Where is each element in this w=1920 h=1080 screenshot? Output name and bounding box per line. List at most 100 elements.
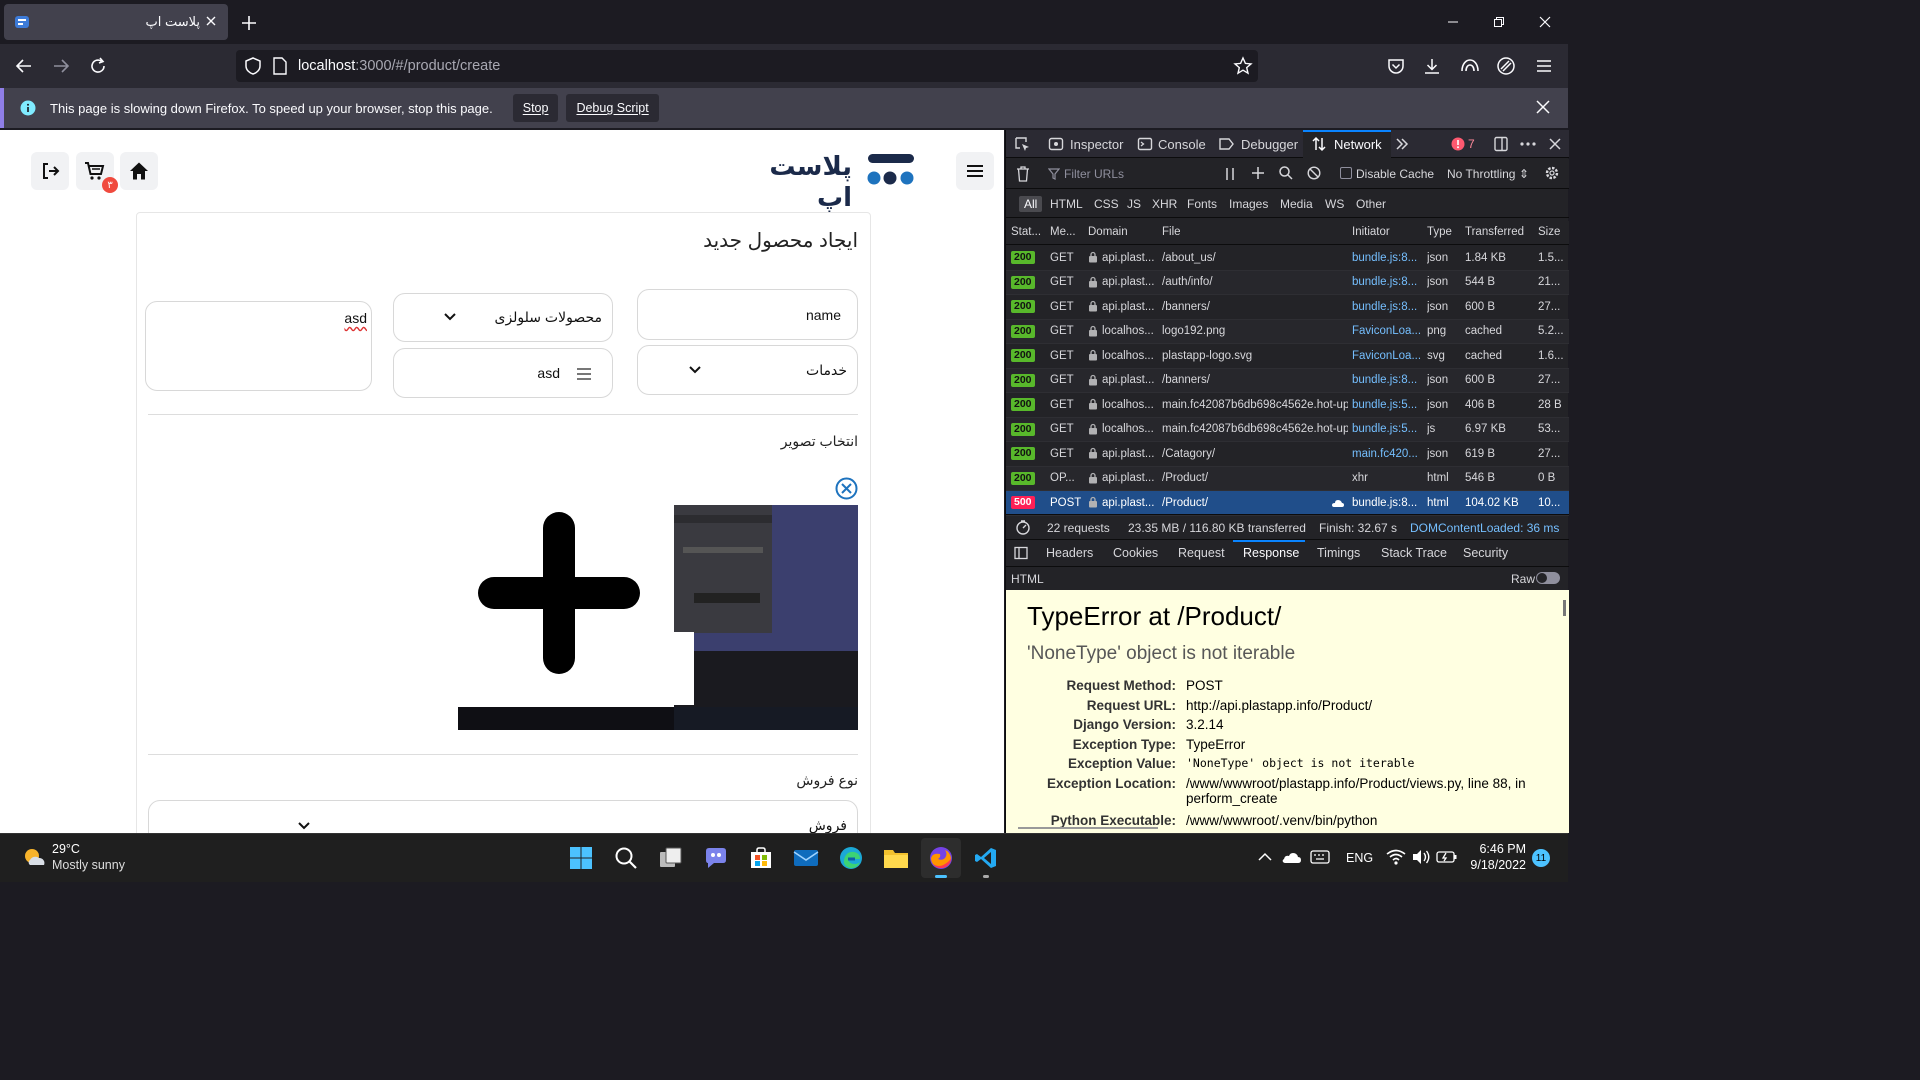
service-select[interactable]: خدمات <box>637 345 858 395</box>
plus-icon[interactable] <box>478 512 640 674</box>
minimize-icon[interactable] <box>1430 0 1476 44</box>
clock-time[interactable]: 6:46 PM <box>1478 842 1526 856</box>
element-picker-icon[interactable] <box>1014 136 1030 152</box>
mail-icon[interactable] <box>786 838 826 878</box>
filter-all[interactable]: All <box>1019 196 1043 212</box>
filter-other[interactable]: Other <box>1356 197 1386 211</box>
throttling-select[interactable]: No Throttling ⇕ <box>1447 167 1529 181</box>
request-row[interactable]: 200 GET api.plast... /Catagory/main.fc420..… <box>1006 442 1569 467</box>
description-textarea[interactable]: asd <box>145 301 372 391</box>
task-view-icon[interactable] <box>651 838 691 878</box>
restore-icon[interactable] <box>1476 0 1522 44</box>
forward-icon[interactable] <box>45 50 77 82</box>
category-select[interactable]: محصولات سلولزی <box>393 293 613 342</box>
col-status[interactable]: Stat... <box>1011 226 1041 238</box>
filter-css[interactable]: CSS <box>1094 197 1119 211</box>
extension-icon[interactable] <box>1490 50 1522 82</box>
tab-headers[interactable]: Headers <box>1046 546 1093 560</box>
inspector-icon[interactable] <box>1048 136 1064 152</box>
tab-security[interactable]: Security <box>1463 546 1508 560</box>
preview-scrollbar[interactable] <box>1563 600 1566 616</box>
col-initiator[interactable]: Initiator <box>1352 226 1390 238</box>
back-icon[interactable] <box>8 50 40 82</box>
disable-cache-checkbox[interactable] <box>1340 167 1352 179</box>
request-row[interactable]: 200 GET localhos... main.fc42087b6db698c456… <box>1006 393 1569 418</box>
filter-urls-input[interactable]: Filter URLs <box>1064 167 1214 181</box>
firefox-icon[interactable] <box>921 838 961 878</box>
pause-icon[interactable] <box>1224 167 1236 181</box>
performance-icon[interactable] <box>1015 519 1031 535</box>
browser-tab[interactable]: پلاست اپ <box>4 4 228 40</box>
tab-timings[interactable]: Timings <box>1317 546 1360 560</box>
new-tab-icon[interactable] <box>238 12 260 34</box>
debug-script-button[interactable]: Debug Script <box>566 94 659 122</box>
logout-button[interactable] <box>31 152 69 190</box>
downloads-icon[interactable] <box>1416 50 1448 82</box>
clock-date[interactable]: 9/18/2022 <box>1460 858 1526 872</box>
onedrive-icon[interactable] <box>1281 850 1301 864</box>
page-info-icon[interactable] <box>272 57 288 75</box>
volume-icon[interactable] <box>1411 849 1431 865</box>
reload-icon[interactable] <box>82 50 114 82</box>
remove-image-icon[interactable] <box>835 477 858 500</box>
filter-xhr[interactable]: XHR <box>1152 197 1177 211</box>
network-icon[interactable] <box>1311 136 1327 152</box>
add-filter-icon[interactable] <box>1251 166 1265 180</box>
menu-icon[interactable] <box>1528 50 1560 82</box>
name-input[interactable]: name <box>637 289 858 340</box>
edge-icon[interactable] <box>831 838 871 878</box>
store-icon[interactable] <box>741 838 781 878</box>
col-type[interactable]: Type <box>1427 226 1452 238</box>
chat-icon[interactable] <box>696 838 736 878</box>
language-indicator[interactable]: ENG <box>1346 851 1373 865</box>
filter-html[interactable]: HTML <box>1050 197 1083 211</box>
tab-stack-trace[interactable]: Stack Trace <box>1381 546 1447 560</box>
weather-icon[interactable] <box>20 843 48 871</box>
start-icon[interactable] <box>561 838 601 878</box>
col-domain[interactable]: Domain <box>1088 226 1128 238</box>
show-hidden-icons[interactable] <box>1258 852 1272 862</box>
filter-media[interactable]: Media <box>1280 197 1313 211</box>
tab-inspector[interactable]: Inspector <box>1070 137 1123 152</box>
col-transferred[interactable]: Transferred <box>1465 226 1524 238</box>
close-devtools-icon[interactable] <box>1548 137 1562 151</box>
wifi-icon[interactable] <box>1386 849 1406 865</box>
tab-request[interactable]: Request <box>1178 546 1225 560</box>
network-settings-icon[interactable] <box>1544 165 1560 181</box>
close-window-icon[interactable] <box>1522 0 1568 44</box>
raw-toggle[interactable] <box>1536 572 1560 584</box>
search-icon[interactable] <box>1279 166 1293 180</box>
tab-debugger[interactable]: Debugger <box>1241 137 1298 152</box>
filter-js[interactable]: JS <box>1127 197 1141 211</box>
tab-cookies[interactable]: Cookies <box>1113 546 1158 560</box>
debugger-icon[interactable] <box>1218 136 1234 152</box>
col-file[interactable]: File <box>1162 226 1181 238</box>
more-tabs-icon[interactable] <box>1395 137 1409 151</box>
tab-close-icon[interactable] <box>204 14 218 28</box>
filter-images[interactable]: Images <box>1229 197 1268 211</box>
request-row[interactable]: 500 POST api.plast... /Product/bundle.js:8.… <box>1006 491 1569 516</box>
account-icon[interactable] <box>1454 50 1486 82</box>
pocket-icon[interactable] <box>1380 50 1412 82</box>
request-row[interactable]: 200 GET api.plast... /banners/bundle.js:8..… <box>1006 295 1569 320</box>
dock-icon[interactable] <box>1493 136 1509 152</box>
error-icon[interactable] <box>1451 137 1465 151</box>
request-row[interactable]: 200 GET api.plast... /auth/info/bundle.js:8… <box>1006 270 1569 295</box>
tracking-shield-icon[interactable] <box>244 57 262 75</box>
toggle-sidebar-icon[interactable] <box>1014 546 1028 560</box>
file-explorer-icon[interactable] <box>876 838 916 878</box>
request-row[interactable]: 200 GET localhos... logo192.png FaviconLoa..… <box>1006 319 1569 344</box>
request-row[interactable]: 200 GET localhos... plastapp-logo.svg Favico… <box>1006 344 1569 369</box>
block-icon[interactable] <box>1307 166 1321 180</box>
battery-icon[interactable] <box>1436 850 1458 864</box>
notification-badge[interactable]: 11 <box>1532 849 1550 867</box>
drag-handle-icon[interactable] <box>576 367 592 381</box>
keyboard-icon[interactable] <box>1310 850 1330 864</box>
request-row[interactable]: 200 OP... api.plast... /Product/xhr html 546 … <box>1006 466 1569 491</box>
sale-type-select[interactable]: فروش <box>148 800 858 833</box>
clear-trash-icon[interactable] <box>1016 166 1030 182</box>
request-row[interactable]: 200 GET api.plast... /about_us/bundle.js:8.… <box>1006 246 1569 271</box>
filter-ws[interactable]: WS <box>1325 197 1344 211</box>
col-size[interactable]: Size <box>1538 226 1560 238</box>
request-row[interactable]: 200 GET localhos... main.fc42087b6db698c456… <box>1006 417 1569 442</box>
